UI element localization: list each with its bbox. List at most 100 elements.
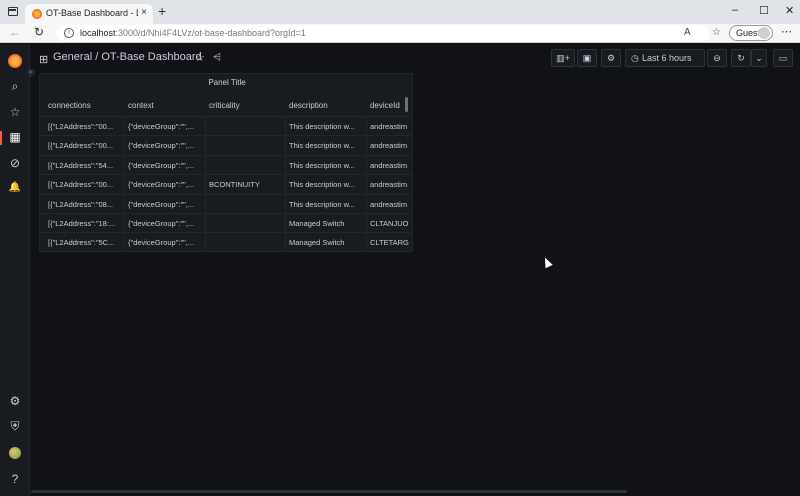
- starred-icon[interactable]: ☆: [0, 105, 30, 119]
- cell-context[interactable]: {"deviceGroup":"",...: [128, 238, 202, 247]
- profile-avatar-icon: [758, 27, 770, 39]
- cell-context[interactable]: {"deviceGroup":"",...: [128, 122, 202, 131]
- cell-description[interactable]: This description w...: [289, 161, 363, 170]
- cell-criticality[interactable]: BCONTINUITY: [209, 180, 283, 189]
- new-tab-button[interactable]: +: [158, 3, 166, 19]
- reload-icon[interactable]: ↻: [34, 25, 44, 39]
- maximize-button[interactable]: ☐: [759, 4, 769, 17]
- tab-title: OT-Base Dashboard - Dashboards: [46, 8, 138, 18]
- cell-description[interactable]: Managed Switch: [289, 238, 363, 247]
- tv-mode-button[interactable]: ▭: [773, 49, 793, 67]
- add-panel-icon: ▥+: [556, 53, 570, 63]
- cell-context[interactable]: {"deviceGroup":"",...: [128, 180, 202, 189]
- url-text[interactable]: localhost:3000/d/Nhi4F4LVz/ot-base-dashb…: [80, 28, 306, 38]
- cell-connections[interactable]: [{"L2Address":"00...: [48, 122, 122, 131]
- cell-description[interactable]: This description w...: [289, 200, 363, 209]
- panel-title[interactable]: Panel Title: [40, 78, 412, 87]
- table-vertical-scrollbar[interactable]: [405, 97, 408, 112]
- cell-description[interactable]: Managed Switch: [289, 219, 363, 228]
- dashboard-settings-button[interactable]: ⚙: [601, 49, 621, 67]
- refresh-interval-dropdown[interactable]: ⌄: [751, 49, 767, 67]
- cell-connections[interactable]: [{"L2Address":"08...: [48, 200, 122, 209]
- table-row[interactable]: [{"L2Address":"00... {"deviceGroup":"",..…: [40, 135, 412, 154]
- table-row[interactable]: [{"L2Address":"5C... {"deviceGroup":"",..…: [40, 232, 412, 251]
- server-admin-shield-icon[interactable]: ⛨: [0, 419, 30, 434]
- cell-context[interactable]: {"deviceGroup":"",...: [128, 200, 202, 209]
- grafana-logo-icon[interactable]: [8, 54, 22, 68]
- site-info-icon[interactable]: i: [64, 28, 74, 38]
- mouse-cursor-icon: [541, 255, 553, 269]
- favorites-icon[interactable]: ☆: [712, 27, 721, 38]
- cell-connections[interactable]: [{"L2Address":"54...: [48, 161, 122, 170]
- cell-description[interactable]: This description w...: [289, 141, 363, 150]
- table-row[interactable]: [{"L2Address":"08... {"deviceGroup":"",..…: [40, 193, 412, 213]
- explore-icon[interactable]: ⊘: [0, 156, 30, 170]
- table-row[interactable]: [{"L2Address":"54... {"deviceGroup":"",..…: [40, 154, 412, 174]
- table-body: [{"L2Address":"00... {"deviceGroup":"",..…: [40, 116, 412, 251]
- cell-deviceid[interactable]: andreastim: [370, 161, 410, 170]
- dashboard-title[interactable]: OT-Base Dashboard: [101, 51, 201, 63]
- add-panel-button[interactable]: ▥+: [551, 49, 575, 67]
- time-picker-button[interactable]: ◷ Last 6 hours: [625, 49, 705, 67]
- page-horizontal-scrollbar[interactable]: [31, 490, 627, 493]
- browser-tab[interactable]: OT-Base Dashboard - Dashboards ×: [25, 4, 153, 24]
- column-header-criticality[interactable]: criticality: [209, 101, 240, 110]
- cell-connections[interactable]: [{"L2Address":"00...: [48, 141, 122, 150]
- cell-connections[interactable]: [{"L2Address":"18:...: [48, 219, 122, 228]
- table-panel: Panel Title connections context critical…: [39, 73, 413, 252]
- clock-icon: ◷: [631, 53, 639, 63]
- minimize-button[interactable]: –: [732, 4, 738, 16]
- breadcrumb-folder[interactable]: General: [53, 51, 92, 63]
- table-row[interactable]: [{"L2Address":"00... {"deviceGroup":"",..…: [40, 174, 412, 193]
- table-header: connections context criticality descript…: [40, 96, 412, 116]
- cell-connections[interactable]: [{"L2Address":"5C...: [48, 238, 122, 247]
- cell-deviceid[interactable]: andreastim: [370, 141, 410, 150]
- help-icon[interactable]: ?: [0, 472, 30, 486]
- cell-context[interactable]: {"deviceGroup":"",...: [128, 141, 202, 150]
- cell-connections[interactable]: [{"L2Address":"00...: [48, 180, 122, 189]
- user-avatar[interactable]: [9, 447, 21, 459]
- cell-context[interactable]: {"deviceGroup":"",...: [128, 219, 202, 228]
- share-icon[interactable]: ⩤: [213, 52, 221, 63]
- column-header-connections[interactable]: connections: [48, 101, 91, 110]
- cell-deviceid[interactable]: andreastim: [370, 180, 410, 189]
- cell-context[interactable]: {"deviceGroup":"",...: [128, 161, 202, 170]
- more-menu-icon[interactable]: ⋯: [781, 25, 792, 38]
- window-menu-icon[interactable]: [8, 7, 18, 16]
- profile-button[interactable]: Guest: [729, 25, 773, 41]
- table-row[interactable]: [{"L2Address":"18:... {"deviceGroup":"",.…: [40, 212, 412, 232]
- cell-description[interactable]: This description w...: [289, 122, 363, 131]
- breadcrumb-separator: /: [95, 51, 99, 63]
- column-header-deviceid[interactable]: deviceId: [370, 101, 400, 110]
- refresh-icon: ↻: [737, 53, 745, 63]
- cell-deviceid[interactable]: andreastim: [370, 200, 410, 209]
- refresh-button[interactable]: ↻: [731, 49, 751, 67]
- address-bar[interactable]: i localhost:3000/d/Nhi4F4LVz/ot-base-das…: [56, 25, 710, 42]
- cell-description[interactable]: This description w...: [289, 180, 363, 189]
- table-row[interactable]: [{"L2Address":"00... {"deviceGroup":"",..…: [40, 116, 412, 135]
- browser-title-bar: OT-Base Dashboard - Dashboards × + – ☐ ✕: [0, 0, 800, 24]
- tab-close-icon[interactable]: ×: [141, 7, 147, 18]
- grafana-side-menu: ⌕ ☆ ▦ ⊘ 🔔 ⚙ ⛨ ?: [0, 44, 30, 496]
- mark-favorite-star-icon[interactable]: ☆: [195, 51, 205, 64]
- collapse-menu-chevron-icon[interactable]: ›: [26, 68, 35, 77]
- close-window-button[interactable]: ✕: [785, 4, 794, 17]
- tv-monitor-icon: ▭: [778, 53, 788, 63]
- zoom-out-button[interactable]: ⊖: [707, 49, 727, 67]
- settings-gear-icon: ⚙: [606, 53, 616, 63]
- back-icon[interactable]: ←: [9, 25, 21, 39]
- dashboard-grid-icon: ⊞: [39, 54, 49, 66]
- save-dashboard-button[interactable]: ▣: [577, 49, 597, 67]
- dashboards-icon[interactable]: ▦: [0, 130, 30, 144]
- column-header-description[interactable]: description: [289, 101, 328, 110]
- read-aloud-icon[interactable]: A: [684, 27, 691, 38]
- cell-deviceid[interactable]: CLTANJUO: [370, 219, 410, 228]
- alerting-icon[interactable]: 🔔: [0, 182, 30, 193]
- cell-deviceid[interactable]: CLTETARG: [370, 238, 410, 247]
- search-icon[interactable]: ⌕: [0, 79, 30, 94]
- column-header-context[interactable]: context: [128, 101, 154, 110]
- time-range-label: Last 6 hours: [642, 53, 692, 63]
- configuration-icon[interactable]: ⚙: [0, 394, 30, 408]
- grafana-favicon-icon: [32, 9, 42, 19]
- cell-deviceid[interactable]: andreastim: [370, 122, 410, 131]
